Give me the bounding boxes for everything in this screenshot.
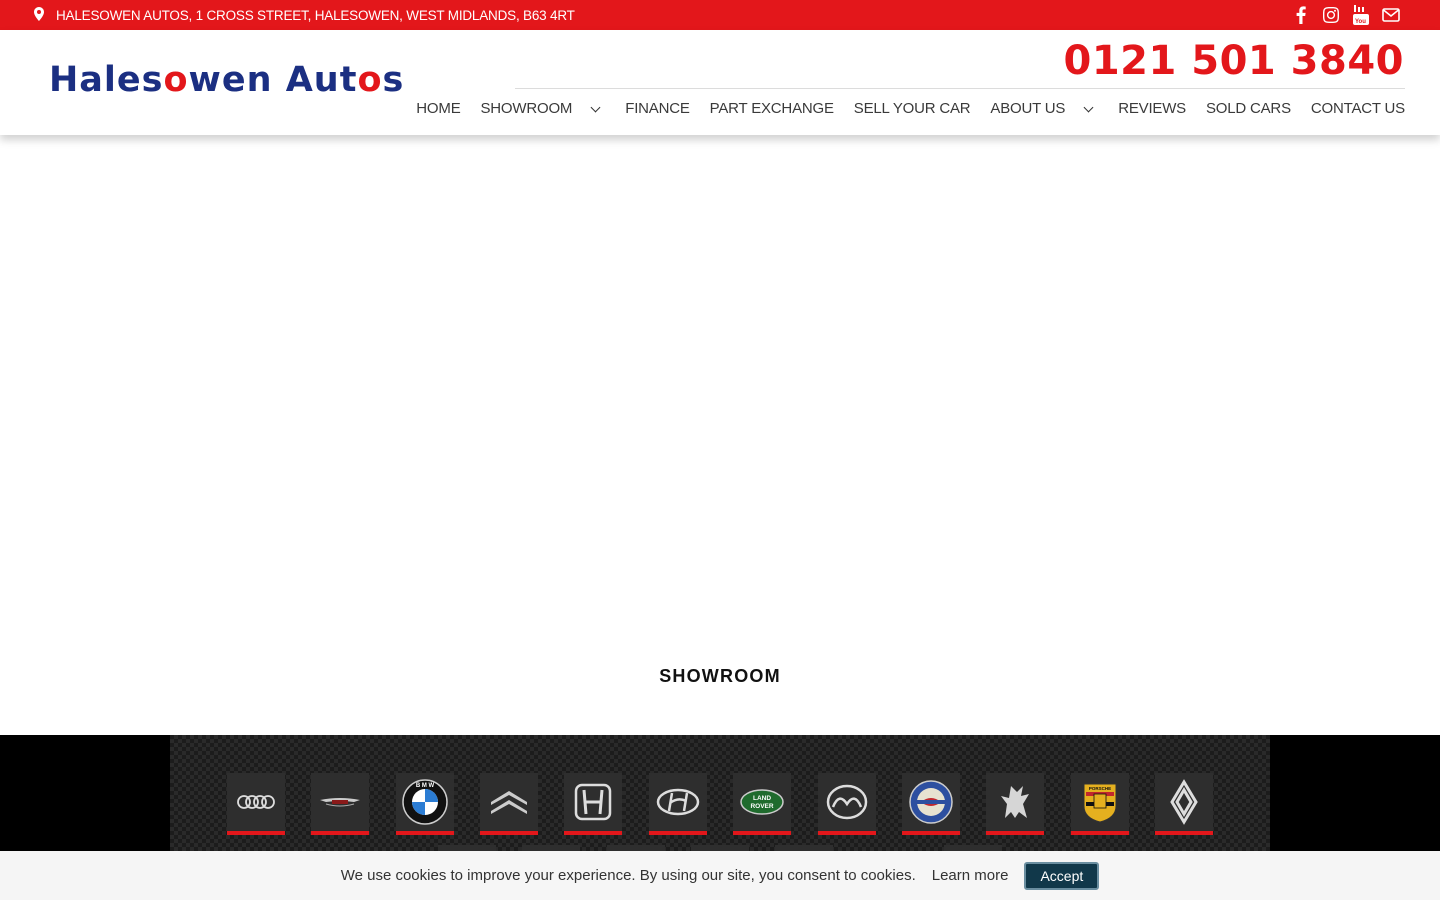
brand-tile-peugeot[interactable] [986,773,1044,835]
nav-divider [515,88,1405,89]
social-links: You [1292,0,1400,30]
address-text: HALESOWEN AUTOS, 1 CROSS STREET, HALESOW… [56,7,575,23]
citroen-logo [491,791,527,814]
nav-label: REVIEWS [1118,100,1186,117]
renault-logo [1170,779,1198,825]
nav-item-reviews[interactable]: REVIEWS [1118,100,1186,117]
main-nav: HOME SHOWROOM FINANCE PART EXCHANGE SELL… [416,100,1405,117]
land-rover-logo: LANDROVER [740,789,784,815]
top-bar: HALESOWEN AUTOS, 1 CROSS STREET, HALESOW… [0,0,1440,30]
cookie-banner: We use cookies to improve your experienc… [0,851,1440,900]
morris-logo [909,780,953,824]
nav-item-sold-cars[interactable]: SOLD CARS [1206,100,1291,117]
map-marker-icon [34,6,44,24]
nav-item-sell-your-car[interactable]: SELL YOUR CAR [854,100,971,117]
brand-tile-land-rover[interactable]: LAND ROVER [733,773,791,835]
honda-logo [574,783,612,821]
svg-text:ROVER: ROVER [750,803,773,810]
brand-tile-aston-martin[interactable] [311,773,369,835]
nav-item-finance[interactable]: FINANCE [625,100,690,117]
address: HALESOWEN AUTOS, 1 CROSS STREET, HALESOW… [34,0,575,30]
instagram-icon[interactable] [1322,5,1340,25]
nav-label: PART EXCHANGE [709,100,834,117]
logo-text: Hales [49,60,164,100]
nav-item-showroom[interactable]: SHOWROOM [481,100,606,117]
site-logo[interactable]: Halesowen Autos [49,60,404,100]
envelope-icon[interactable] [1382,5,1400,25]
nav-label: SOLD CARS [1205,100,1291,117]
cookie-message: We use cookies to improve your experienc… [340,867,916,884]
logo-text: o [357,60,383,100]
phone-number[interactable]: 0121 501 3840 [1063,38,1404,84]
bmw-logo: B M W [402,779,448,825]
svg-text:B M W: B M W [416,783,435,789]
nav-label: SELL YOUR CAR [853,100,971,117]
brand-tile-renault[interactable] [1155,773,1213,835]
nav-item-about-us[interactable]: ABOUT US [990,100,1098,117]
logo-text: wen Aut [188,60,358,100]
nav-label: CONTACT US [1310,100,1405,117]
audi-logo [237,795,275,809]
nav-label: ABOUT US [990,100,1066,117]
brand-tile-porsche[interactable]: PORSCHE [1071,773,1129,835]
nav-label: FINANCE [625,100,690,117]
porsche-logo: PORSCHE [1083,783,1117,823]
svg-text:You: You [1355,19,1366,25]
chevron-down-icon [1083,102,1094,112]
learn-more-link[interactable]: Learn more [932,867,1009,884]
brand-tile-hyundai[interactable] [649,773,707,835]
section-title: SHOWROOM [659,666,781,686]
chevron-down-icon [590,102,601,112]
brand-tile-morris[interactable] [902,773,960,835]
svg-text:PORSCHE: PORSCHE [1089,786,1111,791]
aston-martin-logo [320,798,360,807]
brand-tile-citroen[interactable] [480,773,538,835]
site-header: Halesowen Autos 0121 501 3840 HOME SHOWR… [0,30,1440,135]
nav-label: HOME [416,100,461,117]
brand-tile-bmw[interactable]: B M W [396,773,454,835]
logo-text: o [163,60,189,100]
brand-tile-audi[interactable] [227,773,285,835]
mazda-logo [826,784,868,820]
brand-tile-mazda[interactable] [818,773,876,835]
nav-item-part-exchange[interactable]: PART EXCHANGE [710,100,834,117]
nav-item-contact-us[interactable]: CONTACT US [1311,100,1405,117]
nav-label: SHOWROOM [480,100,573,117]
facebook-icon[interactable] [1292,5,1310,25]
nav-item-home[interactable]: HOME [416,100,460,117]
hyundai-logo [656,788,700,816]
accept-cookies-button[interactable]: Accept [1024,861,1100,890]
peugeot-logo [1001,786,1029,818]
logo-text: s [382,60,405,100]
svg-text:LAND: LAND [753,795,771,802]
youtube-icon[interactable]: You [1352,5,1370,25]
hero-area [0,135,1440,645]
brand-tile-honda[interactable] [564,773,622,835]
